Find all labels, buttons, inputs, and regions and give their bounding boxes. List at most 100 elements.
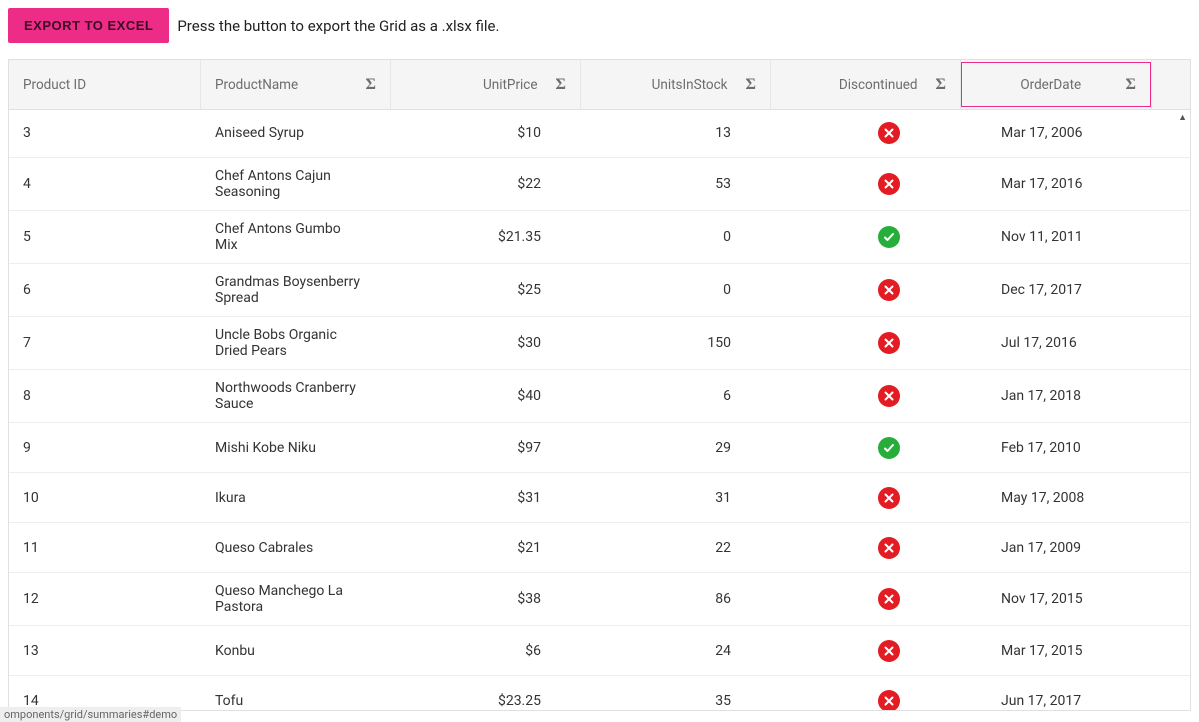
cell-product-name: Northwoods Cranberry Sauce (201, 370, 391, 422)
column-label: UnitsInStock (595, 77, 746, 93)
sigma-icon[interactable]: Σ (936, 76, 946, 94)
check-icon (878, 226, 900, 248)
close-icon (878, 690, 900, 711)
cell-unit-price: $10 (391, 115, 581, 151)
column-label: Product ID (23, 77, 86, 93)
column-label: ProductName (215, 77, 298, 93)
close-icon (878, 487, 900, 509)
cell-discontinued (771, 630, 961, 672)
toolbar: EXPORT TO EXCEL Press the button to expo… (0, 0, 1199, 51)
export-hint: Press the button to export the Grid as a… (177, 17, 499, 35)
table-row[interactable]: 3Aniseed Syrup$1013Mar 17, 2006 (9, 110, 1190, 158)
cell-product-id: 12 (9, 581, 201, 617)
sigma-icon[interactable]: Σ (366, 76, 376, 94)
column-label: UnitPrice (405, 77, 556, 93)
grid-body[interactable]: 3Aniseed Syrup$1013Mar 17, 20064Chef Ant… (9, 110, 1190, 710)
close-icon (878, 122, 900, 144)
cell-unit-price: $23.25 (391, 683, 581, 711)
cell-units-in-stock: 53 (581, 166, 771, 202)
close-icon (878, 279, 900, 301)
cell-order-date: May 17, 2008 (961, 480, 1151, 516)
cell-product-id: 7 (9, 325, 201, 361)
cell-product-name: Mishi Kobe Niku (201, 430, 391, 466)
table-row[interactable]: 5Chef Antons Gumbo Mix$21.350Nov 11, 201… (9, 211, 1190, 264)
cell-discontinued (771, 163, 961, 205)
cell-order-date: Nov 11, 2011 (961, 219, 1151, 255)
cell-unit-price: $38 (391, 581, 581, 617)
close-icon (878, 588, 900, 610)
cell-discontinued (771, 680, 961, 711)
sigma-icon[interactable]: Σ (556, 76, 566, 94)
scroll-up-arrow-icon[interactable]: ▲ (1178, 112, 1187, 123)
column-header-unit-price[interactable]: UnitPrice Σ (391, 60, 581, 109)
column-header-product-id[interactable]: Product ID (9, 60, 201, 109)
cell-product-id: 8 (9, 378, 201, 414)
cell-order-date: Nov 17, 2015 (961, 581, 1151, 617)
cell-product-name: Aniseed Syrup (201, 115, 391, 151)
table-row[interactable]: 7Uncle Bobs Organic Dried Pears$30150Jul… (9, 317, 1190, 370)
cell-product-id: 6 (9, 272, 201, 308)
cell-units-in-stock: 150 (581, 325, 771, 361)
cell-unit-price: $97 (391, 430, 581, 466)
cell-unit-price: $21.35 (391, 219, 581, 255)
cell-product-id: 9 (9, 430, 201, 466)
table-row[interactable]: 4Chef Antons Cajun Seasoning$2253Mar 17,… (9, 158, 1190, 211)
close-icon (878, 640, 900, 662)
export-button[interactable]: EXPORT TO EXCEL (8, 8, 169, 43)
close-icon (878, 385, 900, 407)
cell-unit-price: $40 (391, 378, 581, 414)
sigma-icon[interactable]: Σ (746, 76, 756, 94)
cell-product-name: Konbu (201, 633, 391, 669)
cell-order-date: Feb 17, 2010 (961, 430, 1151, 466)
table-row[interactable]: 14Tofu$23.2535Jun 17, 2017 (9, 676, 1190, 710)
cell-units-in-stock: 31 (581, 480, 771, 516)
column-header-units-in-stock[interactable]: UnitsInStock Σ (581, 60, 771, 109)
cell-product-name: Ikura (201, 480, 391, 516)
cell-product-name: Queso Manchego La Pastora (201, 573, 391, 625)
cell-product-name: Chef Antons Gumbo Mix (201, 211, 391, 263)
cell-unit-price: $6 (391, 633, 581, 669)
column-header-discontinued[interactable]: Discontinued Σ (771, 60, 961, 109)
cell-product-id: 13 (9, 633, 201, 669)
cell-units-in-stock: 13 (581, 115, 771, 151)
cell-product-id: 4 (9, 166, 201, 202)
table-row[interactable]: 12Queso Manchego La Pastora$3886 Nov 17, … (9, 573, 1190, 626)
cell-discontinued (771, 322, 961, 364)
cell-order-date: Mar 17, 2006 (961, 115, 1151, 151)
table-row[interactable]: 9Mishi Kobe Niku$9729 Feb 17, 2010 (9, 423, 1190, 473)
cell-order-date: Mar 17, 2015 (961, 633, 1151, 669)
cell-product-name: Uncle Bobs Organic Dried Pears (201, 317, 391, 369)
cell-product-id: 5 (9, 219, 201, 255)
cell-discontinued (771, 112, 961, 154)
table-row[interactable]: 8Northwoods Cranberry Sauce$406Jan 17, 2… (9, 370, 1190, 423)
close-icon (878, 173, 900, 195)
cell-unit-price: $21 (391, 530, 581, 566)
cell-unit-price: $30 (391, 325, 581, 361)
check-icon (878, 437, 900, 459)
cell-product-id: 10 (9, 480, 201, 516)
cell-unit-price: $31 (391, 480, 581, 516)
cell-order-date: Jun 17, 2017 (961, 683, 1151, 711)
cell-discontinued (771, 477, 961, 519)
cell-units-in-stock: 86 (581, 581, 771, 617)
table-row[interactable]: 10Ikura$3131 May 17, 2008 (9, 473, 1190, 523)
table-row[interactable]: 13Konbu$624Mar 17, 2015 (9, 626, 1190, 676)
cell-units-in-stock: 29 (581, 430, 771, 466)
cell-unit-price: $22 (391, 166, 581, 202)
cell-order-date: Mar 17, 2016 (961, 166, 1151, 202)
cell-product-id: 11 (9, 530, 201, 566)
status-bar: omponents/grid/summaries#demo (0, 707, 181, 722)
scrollbar-header-stub: ▲ (1151, 60, 1169, 109)
cell-discontinued (771, 216, 961, 258)
close-icon (878, 332, 900, 354)
column-header-product-name[interactable]: ProductName Σ (201, 60, 391, 109)
column-label: Discontinued (785, 77, 936, 93)
cell-discontinued (771, 527, 961, 569)
table-row[interactable]: 6Grandmas Boysenberry Spread$250Dec 17, … (9, 264, 1190, 317)
table-row[interactable]: 11Queso Cabrales$2122Jan 17, 2009 (9, 523, 1190, 573)
cell-product-name: Tofu (201, 683, 391, 711)
cell-discontinued (771, 578, 961, 620)
column-header-order-date[interactable]: OrderDate Σ (961, 62, 1151, 107)
cell-discontinued (771, 427, 961, 469)
sigma-icon[interactable]: Σ (1126, 76, 1136, 94)
